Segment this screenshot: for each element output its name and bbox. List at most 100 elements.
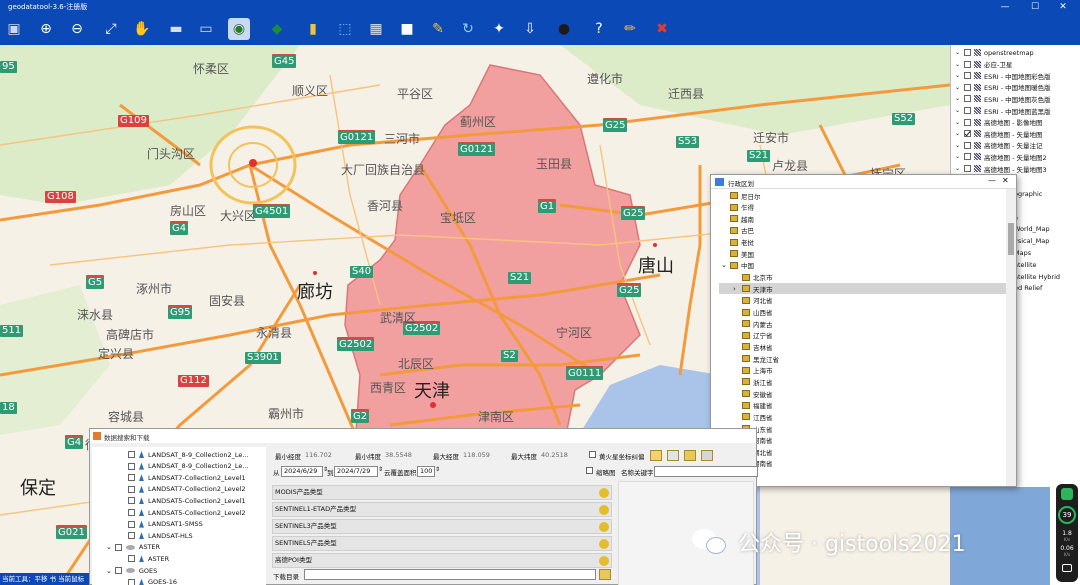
ruler-button[interactable]: ▭	[195, 18, 217, 40]
save-button[interactable]: ▣	[3, 18, 25, 40]
select-button[interactable]: ⬚	[334, 18, 356, 40]
layer-item-partial[interactable]: atellite	[1014, 261, 1037, 269]
dataset-checkbox[interactable]	[128, 509, 135, 516]
region-item[interactable]: 越南	[719, 213, 1006, 224]
product-type-row[interactable]: SENTINEL3产品类型	[272, 519, 612, 534]
cloud-spinner[interactable]: ⇕	[435, 466, 440, 473]
download-button[interactable]: ⇩	[519, 18, 541, 40]
dataset-checkbox[interactable]	[128, 520, 135, 528]
layer-item[interactable]: ⌄ 高德地图 - 矢量注记	[955, 140, 1042, 151]
dataset-item[interactable]: GOES-16	[128, 577, 177, 585]
dataset-item[interactable]: ⌄ GOES	[106, 565, 157, 576]
layer-checkbox[interactable]	[964, 49, 971, 56]
gps-button[interactable]: ✦	[488, 18, 510, 40]
thumbnail-checkbox[interactable]	[586, 467, 593, 474]
region-item[interactable]: 辽宁省	[719, 330, 1006, 341]
chevron-down-icon[interactable]: ⌄	[955, 95, 961, 102]
region-item[interactable]: 浙江省	[719, 376, 1006, 387]
layer-item[interactable]: ⌄ ESRI - 中国地图蓝黑版	[955, 105, 1051, 116]
region-item[interactable]: › 天津市	[719, 283, 1006, 295]
layer-item[interactable]: ⌄ 必应-卫星	[955, 59, 1012, 70]
region-item[interactable]: ⌄ 中国	[719, 260, 1006, 271]
layer-item[interactable]: ⌄ 高德地图 - 矢量地图2	[955, 151, 1047, 162]
chevron-down-icon[interactable]: ⌄	[106, 543, 112, 551]
download-dir-input[interactable]	[304, 569, 596, 580]
open-folder-button[interactable]	[684, 450, 696, 461]
edit-button[interactable]: ✏	[619, 18, 641, 40]
dataset-checkbox[interactable]	[128, 451, 135, 458]
pan-hand-button[interactable]: ✋	[131, 18, 153, 40]
min-lon-value[interactable]: 116.702	[305, 451, 332, 459]
query-button[interactable]	[650, 450, 662, 461]
date-to-spinner[interactable]: ⇕	[378, 466, 383, 473]
min-lat-value[interactable]: 38.5548	[385, 451, 412, 459]
dataset-checkbox[interactable]	[128, 555, 135, 563]
region-item[interactable]: 山西省	[719, 307, 1006, 318]
cloud-input[interactable]: 100	[417, 466, 435, 477]
settings-button[interactable]	[701, 450, 713, 461]
refresh-button[interactable]: ↻	[457, 18, 479, 40]
region-item[interactable]: 北京市	[719, 272, 1006, 283]
zoom-in-button[interactable]: ⊕	[35, 18, 57, 40]
product-type-row[interactable]: SENTINEL1-ETAD产品类型	[272, 502, 612, 517]
date-to-input[interactable]: 2024/7/29	[334, 466, 378, 477]
fire-coord-checkbox[interactable]	[589, 451, 596, 458]
dataset-checkbox[interactable]	[128, 497, 135, 505]
chevron-down-icon[interactable]: ⌄	[955, 130, 961, 137]
chevron-down-icon[interactable]: ⌄	[955, 142, 961, 149]
dataset-item[interactable]: LANDSAT5-Collection2_Level2	[128, 507, 246, 518]
region-item[interactable]: 美国	[719, 248, 1006, 259]
attribute-button[interactable]: ▮	[302, 18, 324, 40]
expander-icon[interactable]: ⌄	[721, 261, 727, 269]
dataset-checkbox[interactable]	[114, 543, 122, 551]
dataset-checkbox[interactable]	[114, 567, 122, 574]
dataset-item[interactable]: LANDSAT7-Collection2_Level2	[128, 484, 246, 495]
select-product-button[interactable]	[599, 505, 609, 515]
region-item[interactable]: 湖北省	[719, 446, 1006, 457]
close-button[interactable]: ✕	[1052, 0, 1074, 14]
select-product-button[interactable]	[599, 539, 609, 549]
layer-checkbox[interactable]	[964, 153, 971, 161]
dataset-item[interactable]: LANDSAT_8-9_Collection2_Le...	[128, 461, 249, 472]
chevron-down-icon[interactable]: ⌄	[955, 49, 961, 56]
region-item[interactable]: 内蒙古	[719, 318, 1006, 329]
product-type-row[interactable]: MODIS产品类型	[272, 485, 612, 500]
exit-button[interactable]: ✖	[651, 18, 673, 40]
layer-checkbox[interactable]	[964, 95, 971, 103]
layer-item-partial[interactable]: World_Map	[1014, 225, 1050, 233]
map-extent-button[interactable]	[667, 450, 679, 461]
max-lon-value[interactable]: 118.059	[463, 451, 490, 459]
product-type-row[interactable]: 高德POI类型	[272, 553, 612, 568]
region-item[interactable]: 上海市	[719, 365, 1006, 376]
dataset-item[interactable]: ⌄ ASTER	[106, 542, 160, 553]
region-item[interactable]: 河北省	[719, 295, 1006, 306]
select-product-button[interactable]	[599, 488, 609, 498]
chevron-down-icon[interactable]: ⌄	[955, 107, 961, 114]
layer-item[interactable]: ⌄ 高德地图 - 影像地图	[955, 117, 1042, 128]
layer-item-partial[interactable]: ed Relief	[1014, 284, 1042, 292]
layer-item[interactable]: ⌄ ESRI - 中国地图暖色版	[955, 82, 1051, 93]
layer-item-partial[interactable]: ographic	[1014, 190, 1042, 198]
dialog-minimize-button[interactable]: —	[988, 176, 996, 185]
chevron-down-icon[interactable]: ⌄	[955, 153, 961, 160]
dataset-item[interactable]: LANDSAT1-5MSS	[128, 519, 203, 530]
dataset-item[interactable]: LANDSAT-HLS	[128, 530, 193, 541]
chevron-down-icon[interactable]: ⌄	[955, 165, 961, 172]
region-item[interactable]: 尼日尔	[719, 190, 1006, 201]
grid-button[interactable]: ▦	[365, 18, 387, 40]
region-item[interactable]: 福建省	[719, 400, 1006, 411]
date-from-input[interactable]: 2024/6/29	[281, 466, 323, 477]
chevron-down-icon[interactable]: ⌄	[106, 567, 112, 575]
layer-checkbox[interactable]	[964, 72, 971, 80]
layer-checkbox[interactable]	[964, 118, 971, 126]
layer-item[interactable]: ⌄ ESRI - 中国地图彩色版	[955, 70, 1051, 81]
region-item[interactable]: 山东省	[719, 423, 1006, 434]
region-item[interactable]: 安徽省	[719, 388, 1006, 399]
dialog-close-button[interactable]: ✕	[1002, 176, 1009, 185]
select-product-button[interactable]	[599, 556, 609, 566]
layer-item[interactable]: ⌄ openstreetmap	[955, 47, 1034, 58]
user-button[interactable]: ●	[553, 18, 575, 40]
region-item[interactable]: 老挝	[719, 237, 1006, 248]
full-extent-button[interactable]: ⤢	[100, 18, 122, 40]
zoom-out-button[interactable]: ⊖	[66, 18, 88, 40]
